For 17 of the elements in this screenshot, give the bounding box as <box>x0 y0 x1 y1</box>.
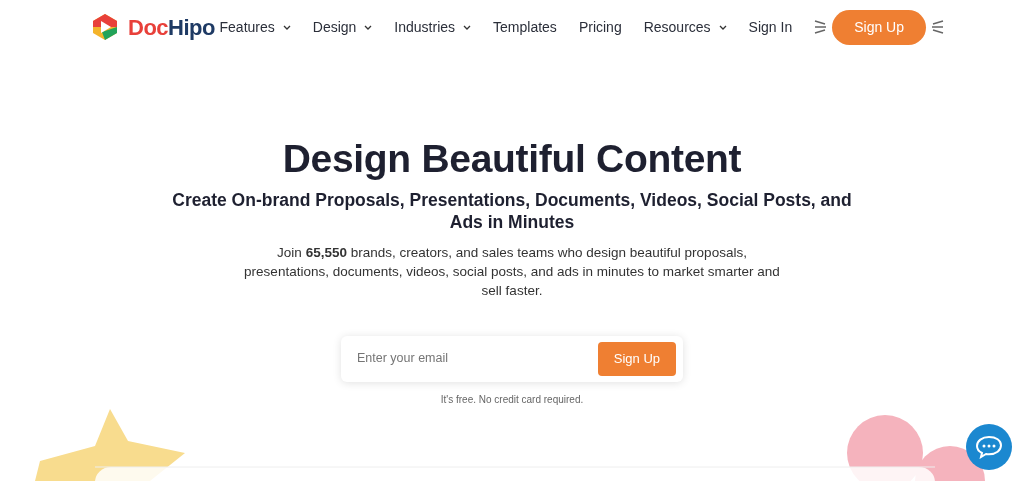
nav-link[interactable]: Industries <box>394 16 472 38</box>
nav-link[interactable]: Sign In <box>748 16 793 38</box>
hero-title: Design Beautiful Content <box>282 136 742 182</box>
nav-link[interactable]: Pricing <box>578 16 622 38</box>
nav-link[interactable]: Design <box>312 16 373 38</box>
rays-icon <box>930 18 944 36</box>
logo-icon <box>90 12 120 42</box>
nav-link[interactable]: Resources <box>643 16 727 38</box>
free-note: It's free. No credit card required. <box>440 392 584 407</box>
nav-link[interactable]: Features <box>219 16 291 38</box>
hero-subtitle: Create On-brand Proposals, Presentations, Documents, Videos, Social Posts, and Ads in Minutes <box>171 188 853 233</box>
chat-icon <box>975 435 1003 459</box>
nav-link[interactable]: Templates <box>493 16 557 38</box>
chat-button[interactable] <box>966 424 1012 470</box>
rays-icon <box>814 18 829 36</box>
hero-description: Join 65,550 brands, creators, and sales teams who design beautiful proposals, presentations, documents, videos, social posts, and ads in minutes to market smarter and sell faster. <box>243 243 781 300</box>
logo-text[interactable]: DocHipo <box>128 10 215 44</box>
